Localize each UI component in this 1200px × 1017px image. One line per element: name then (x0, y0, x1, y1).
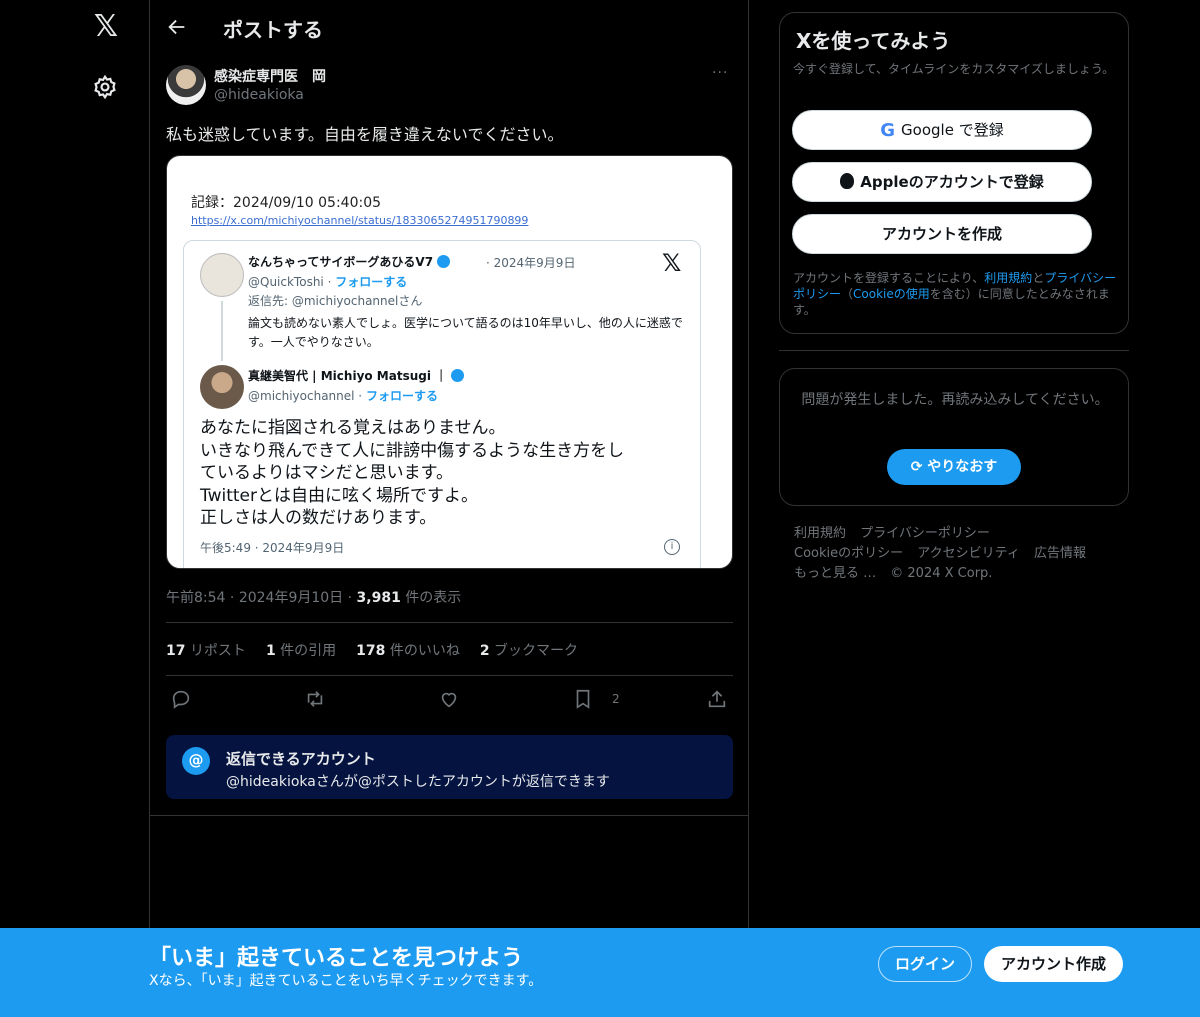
quoted-date-1: · 2024年9月9日 (486, 256, 576, 270)
divider (166, 675, 733, 676)
signup-title: Xを使ってみよう (796, 29, 951, 53)
author-handle[interactable]: @hideakioka (214, 87, 304, 103)
apple-signup-button[interactable]: Appleのアカウントで登録 (792, 162, 1092, 202)
page-title: ポストする (223, 18, 323, 42)
verified-badge-icon (451, 369, 465, 382)
post-image[interactable]: 記録：2024/09/10 05:40:05 https://x.com/mic… (166, 155, 733, 569)
action-bar: 2 (166, 688, 733, 712)
avatar[interactable] (166, 65, 206, 105)
verified-badge-icon (437, 255, 451, 268)
record-url: https://x.com/michiyochannel/status/1833… (191, 214, 529, 227)
quoted-body-1: 論文も読めない素人でしょ。医学について語るのは10年早いし、他の人に迷惑です。一… (248, 316, 683, 349)
refresh-icon: ⟳ (910, 459, 923, 475)
reply-icon[interactable] (170, 688, 192, 710)
bottom-login-bar: 「いま」起きていることを見つけよう Xなら、「いま」起きていることをいち早くチェ… (0, 928, 1200, 1017)
signup-box: Xを使ってみよう 今すぐ登録して、タイムラインをカスタマイズしましょう。 G Go… (779, 12, 1129, 334)
google-signup-button[interactable]: G Google で登録 (792, 110, 1092, 150)
footer-links: 利用規約 プライバシーポリシー Cookieのポリシー アクセシビリティ 広告情… (794, 524, 1124, 584)
gear-icon[interactable] (92, 74, 118, 100)
divider (166, 622, 733, 623)
author-name[interactable]: 感染症専門医 岡 (214, 66, 326, 86)
signup-button[interactable]: アカウント作成 (984, 946, 1123, 982)
quoted-time-2: 午後5:49 · 2024年9月9日 (200, 541, 345, 555)
left-nav: 𝕏 (0, 0, 149, 1017)
error-text: 問題が発生しました。再読み込みしてください。 (801, 392, 1109, 408)
divider (150, 815, 748, 816)
apple-icon (840, 173, 855, 189)
retry-button[interactable]: ⟳ やりなおす (887, 449, 1021, 485)
reply-to-label: 返信先: @michiyochannelさん (248, 294, 423, 308)
bookmark-count: 2 (612, 692, 620, 706)
stat-likes[interactable]: 178 件のいいね (356, 640, 460, 660)
x-logo-icon[interactable]: 𝕏 (91, 12, 121, 42)
header: ポストする (150, 0, 748, 53)
terms-link[interactable]: 利用規約 (984, 271, 1032, 285)
thread-line (221, 301, 223, 361)
quoted-handle-1: @QuickToshi · フォローする (248, 275, 408, 289)
post-stats: 17 リポスト 1 件の引用 178 件のいいね 2 ブックマーク (166, 640, 578, 660)
quoted-body-2: あなたに指図される覚えはありません。 いきなり飛んできて人に誹謗中傷するような生… (200, 418, 625, 528)
back-arrow-icon[interactable] (166, 16, 188, 38)
quoted-avatar-2 (200, 365, 244, 409)
more-options-icon[interactable]: ··· (712, 65, 728, 81)
quoted-name-1: なんちゃってサイボーグあひるV7 (248, 253, 451, 270)
like-icon[interactable] (438, 688, 460, 710)
at-icon: @ (182, 747, 210, 775)
copyright: © 2024 X Corp. (890, 566, 993, 581)
stat-reposts[interactable]: 17 リポスト (166, 640, 246, 660)
post-text: 私も迷惑しています。自由を履き違えないでください。 (166, 125, 564, 144)
quoted-avatar-1 (200, 253, 244, 297)
footer-link[interactable]: プライバシーポリシー (860, 526, 990, 541)
divider (779, 350, 1129, 351)
quoted-handle-2: @michiyochannel · フォローする (248, 389, 438, 403)
reply-restriction-box: @ 返信できるアカウント @hideakiokaさんが@ポストしたアカウントが返… (166, 735, 733, 799)
embedded-tweet-card: なんちゃってサイボーグあひるV7 · 2024年9月9日 𝕏 @QuickTos… (183, 240, 701, 568)
record-label: 記録：2024/09/10 05:40:05 (191, 195, 382, 211)
footer-link[interactable]: 広告情報 (1034, 546, 1086, 561)
footer-link[interactable]: Cookieのポリシー (794, 546, 903, 561)
login-button[interactable]: ログイン (878, 946, 972, 982)
cookie-link[interactable]: Cookieの使用 (853, 287, 930, 301)
post-meta: 午前8:54 · 2024年9月10日 · 3,981 件の表示 (166, 590, 462, 606)
info-icon: i (664, 539, 680, 555)
footer-link[interactable]: アクセシビリティ (917, 546, 1020, 561)
reply-restriction-subtitle: @hideakiokaさんが@ポストしたアカウントが返信できます (226, 774, 610, 790)
repost-icon[interactable] (304, 688, 326, 710)
share-icon[interactable] (706, 688, 728, 710)
google-icon: G (880, 120, 896, 141)
error-box: 問題が発生しました。再読み込みしてください。 ⟳ やりなおす (779, 368, 1129, 506)
reply-restriction-title: 返信できるアカウント (226, 750, 376, 768)
footer-link[interactable]: 利用規約 (794, 526, 846, 541)
quoted-name-2: 真継美智代 | Michiyo Matsugi ｜ (248, 367, 465, 384)
main-column: ポストする 感染症専門医 岡 @hideakioka ··· 私も迷惑しています… (149, 0, 749, 1017)
bookmark-icon[interactable] (572, 688, 594, 710)
bottom-bar-subtitle: Xなら、「いま」起きていることをいち早くチェックできます。 (149, 973, 543, 989)
signup-desc: 今すぐ登録して、タイムラインをカスタマイズしましょう。 (793, 62, 1115, 76)
bottom-bar-title: 「いま」起きていることを見つけよう (149, 946, 524, 971)
footer-more-link[interactable]: もっと見る … (794, 566, 876, 581)
x-logo-icon: 𝕏 (662, 249, 682, 277)
signup-legal: アカウントを登録することにより、利用規約とプライバシーポリシー（Cookieの使… (793, 271, 1117, 317)
stat-bookmarks[interactable]: 2 ブックマーク (480, 640, 578, 660)
create-account-button[interactable]: アカウントを作成 (792, 214, 1092, 254)
stat-quotes[interactable]: 1 件の引用 (266, 640, 336, 660)
